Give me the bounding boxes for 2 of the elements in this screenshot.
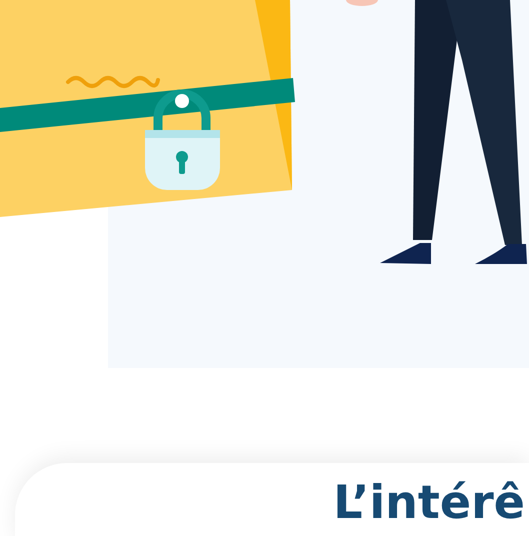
padlock-icon: [145, 90, 220, 190]
card-heading: L’intérê: [333, 477, 526, 528]
